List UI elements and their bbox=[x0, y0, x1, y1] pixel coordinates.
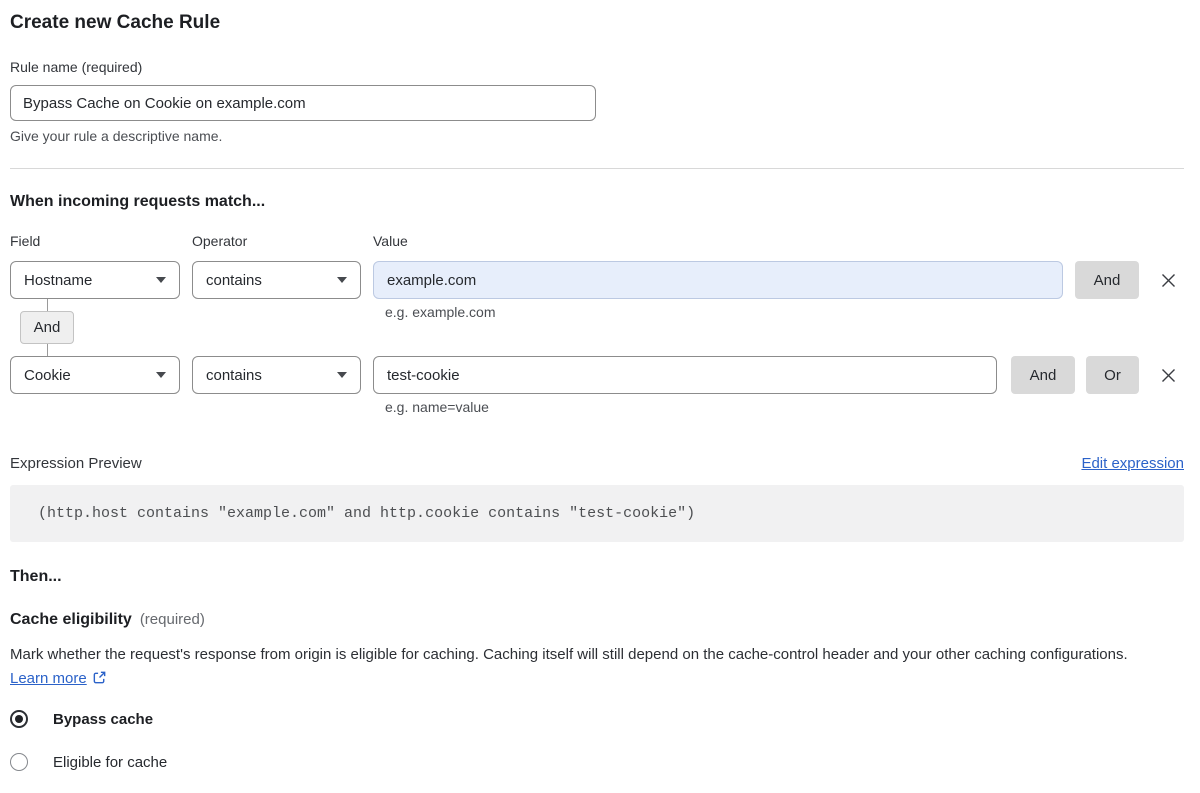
learn-more-link[interactable]: Learn more bbox=[10, 670, 87, 687]
operator-select-value: contains bbox=[206, 271, 262, 289]
connector-line bbox=[47, 299, 48, 311]
remove-condition-button[interactable] bbox=[1156, 268, 1180, 292]
value-input[interactable] bbox=[373, 261, 1063, 299]
field-select[interactable]: Hostname bbox=[10, 261, 180, 299]
field-column-label: Field bbox=[10, 233, 41, 249]
external-link-icon bbox=[93, 671, 106, 684]
add-and-condition-button[interactable]: And bbox=[1011, 356, 1075, 394]
condition-column-labels: Field Operator Value bbox=[10, 233, 1184, 249]
condition-row: Hostname contains And bbox=[10, 261, 1184, 299]
page-title: Create new Cache Rule bbox=[10, 12, 221, 33]
rule-name-input[interactable] bbox=[10, 85, 596, 121]
chevron-down-icon bbox=[337, 372, 347, 378]
edit-expression-link[interactable]: Edit expression bbox=[1081, 455, 1184, 472]
match-heading: When incoming requests match... bbox=[10, 193, 266, 210]
then-heading: Then... bbox=[10, 568, 62, 585]
value-column-label: Value bbox=[373, 233, 408, 249]
close-icon bbox=[1161, 273, 1175, 287]
value-input[interactable] bbox=[373, 356, 997, 394]
operator-column-label: Operator bbox=[192, 233, 248, 249]
section-divider bbox=[10, 168, 1184, 169]
eligible-for-cache-label: Eligible for cache bbox=[53, 753, 168, 771]
chevron-down-icon bbox=[156, 277, 166, 283]
description-text: Mark whether the request's response from… bbox=[10, 646, 1128, 663]
bypass-cache-option[interactable]: Bypass cache bbox=[10, 710, 1184, 728]
field-select-value: Cookie bbox=[24, 366, 71, 384]
create-cache-rule-form: Create new Cache Rule Rule name (require… bbox=[0, 0, 1200, 771]
add-and-condition-button[interactable]: And bbox=[1075, 261, 1139, 299]
operator-select[interactable]: contains bbox=[192, 356, 361, 394]
cache-eligibility-description: Mark whether the request's response from… bbox=[10, 643, 1170, 691]
field-select[interactable]: Cookie bbox=[10, 356, 180, 394]
field-select-value: Hostname bbox=[24, 271, 93, 289]
operator-select[interactable]: contains bbox=[192, 261, 361, 299]
connector-line bbox=[47, 344, 48, 356]
value-hint: e.g. example.com bbox=[385, 304, 496, 320]
radio-unselected-icon[interactable] bbox=[10, 753, 28, 771]
remove-condition-button[interactable] bbox=[1156, 363, 1180, 387]
connector-and-button[interactable]: And bbox=[20, 311, 74, 344]
required-note: (required) bbox=[139, 611, 205, 628]
condition-connector-block: And e.g. example.com bbox=[10, 299, 1184, 356]
expression-preview-block: (http.host contains "example.com" and ht… bbox=[10, 485, 1184, 542]
rule-name-help: Give your rule a descriptive name. bbox=[10, 128, 223, 144]
cache-eligibility-heading: Cache eligibility bbox=[10, 611, 132, 628]
add-or-condition-button[interactable]: Or bbox=[1086, 356, 1139, 394]
value-hint: e.g. name=value bbox=[385, 399, 489, 415]
chevron-down-icon bbox=[156, 372, 166, 378]
eligible-for-cache-option[interactable]: Eligible for cache bbox=[10, 753, 1184, 771]
cache-eligibility-heading-row: Cache eligibility (required) bbox=[10, 611, 1184, 629]
condition-row: Cookie contains And Or bbox=[10, 356, 1184, 394]
chevron-down-icon bbox=[337, 277, 347, 283]
rule-name-label: Rule name (required) bbox=[10, 59, 143, 75]
bypass-cache-label: Bypass cache bbox=[53, 710, 154, 728]
radio-selected-icon[interactable] bbox=[10, 710, 28, 728]
expression-code: (http.host contains "example.com" and ht… bbox=[38, 505, 696, 522]
close-icon bbox=[1161, 368, 1175, 382]
expression-header: Expression Preview Edit expression bbox=[10, 455, 1184, 472]
expression-preview-label: Expression Preview bbox=[10, 455, 142, 472]
operator-select-value: contains bbox=[206, 366, 262, 384]
